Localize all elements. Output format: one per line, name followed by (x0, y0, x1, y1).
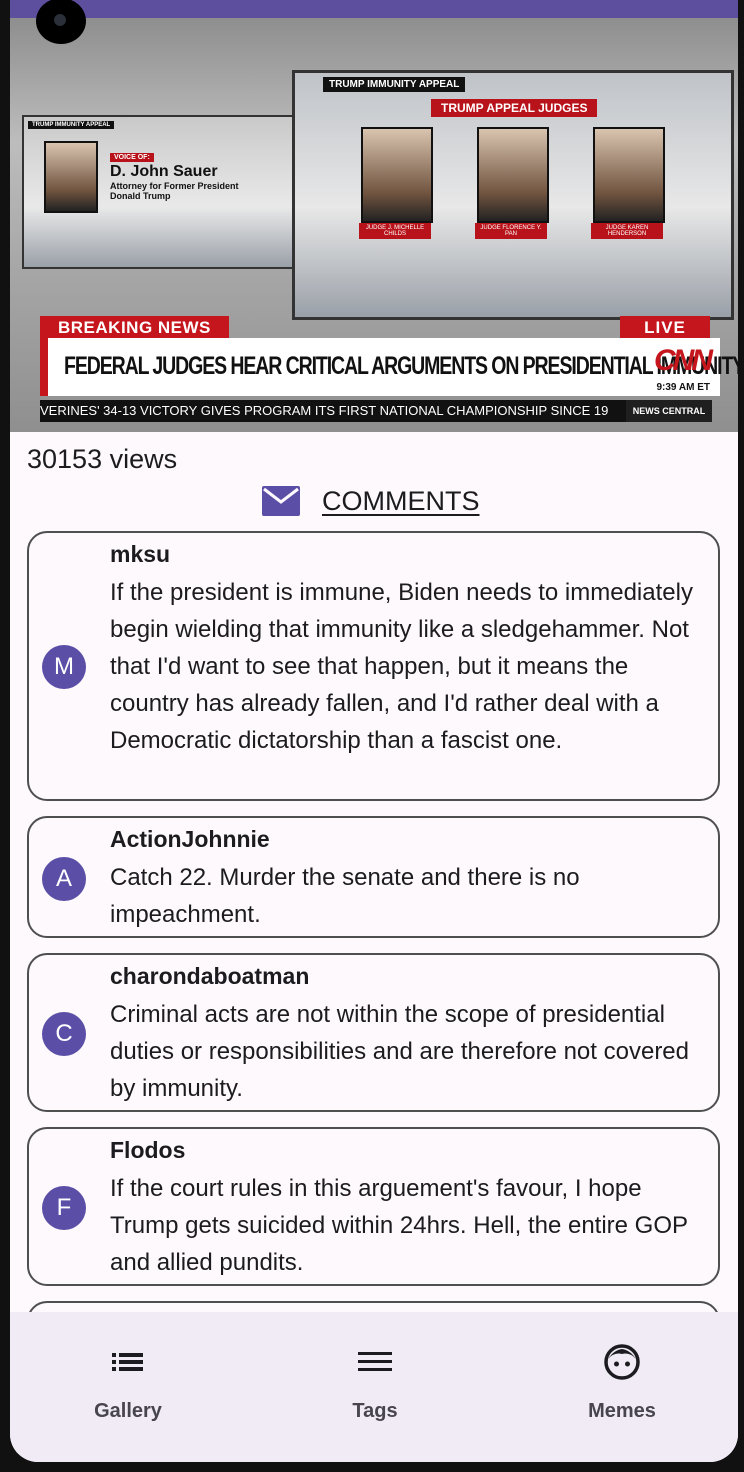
comment-text: Criminal acts are not within the scope o… (110, 1001, 689, 1102)
judges-panel-tag: TRUMP IMMUNITY APPEAL (323, 77, 466, 92)
comments-title[interactable]: COMMENTS (322, 486, 480, 517)
judge-portrait-1 (361, 127, 433, 223)
ticker-tag: NEWS CENTRAL (626, 400, 712, 422)
speaker-panel: TRUMP IMMUNITY APPEAL VOICE OF: D. John … (22, 115, 296, 269)
comment-author: charondaboatman (110, 963, 310, 989)
face-icon (604, 1344, 640, 1380)
app-screen: TRUMP IMMUNITY APPEAL VOICE OF: D. John … (10, 0, 738, 1462)
voice-of-label: VOICE OF: (110, 153, 154, 162)
comment-card: F Flodos If the court rules in this argu… (27, 1127, 720, 1286)
speaker-portrait (44, 141, 98, 213)
judges-tag: TRUMP APPEAL JUDGES (431, 99, 598, 117)
comment-card: A ActionJohnnie Catch 22. Murder the sen… (27, 816, 720, 938)
breaking-news-label: BREAKING NEWS (40, 316, 229, 340)
comment-card: M mksu If the president is immune, Biden… (27, 531, 720, 801)
front-camera-cutout (36, 0, 86, 44)
nav-memes-label: Memes (588, 1400, 656, 1422)
comment-card-partial (27, 1301, 720, 1312)
speaker-title: Attorney for Former President Donald Tru… (110, 181, 239, 201)
judge-portrait-3 (593, 127, 665, 223)
headline-bar: FEDERAL JUDGES HEAR CRITICAL ARGUMENTS O… (40, 338, 738, 396)
ticker-text: VERINES' 34-13 VICTORY GIVES PROGRAM ITS… (40, 403, 609, 418)
broadcast-time: 9:39 AM ET (656, 382, 710, 393)
avatar: C (42, 1012, 86, 1056)
view-count: 30153 views (27, 444, 178, 474)
bottom-navigation: Gallery Tags Memes (10, 1312, 738, 1462)
mail-icon (262, 486, 300, 516)
judges-panel: TRUMP IMMUNITY APPEAL TRUMP APPEAL JUDGE… (292, 70, 734, 320)
avatar: A (42, 857, 86, 901)
avatar: F (42, 1186, 86, 1230)
video-player[interactable]: TRUMP IMMUNITY APPEAL VOICE OF: D. John … (10, 18, 738, 432)
judge-portrait-2 (477, 127, 549, 223)
cnn-logo: CNN (654, 344, 713, 377)
speaker-name: D. John Sauer (110, 163, 218, 180)
live-label: LIVE (620, 316, 710, 340)
judge-caption-1: JUDGE J. MICHELLE CHILDS (359, 223, 431, 239)
comment-author: Flodos (110, 1137, 186, 1163)
comment-card: C charondaboatman Criminal acts are not … (27, 953, 720, 1112)
comment-list[interactable]: M mksu If the president is immune, Biden… (10, 531, 738, 1312)
comment-text: Catch 22. Murder the senate and there is… (110, 864, 580, 928)
headline-text: FEDERAL JUDGES HEAR CRITICAL ARGUMENTS O… (64, 352, 738, 380)
comment-author: mksu (110, 541, 171, 567)
nav-memes[interactable]: Memes (542, 1342, 702, 1423)
avatar: M (42, 645, 86, 689)
menu-lines-icon (358, 1352, 392, 1371)
news-ticker: VERINES' 34-13 VICTORY GIVES PROGRAM ITS… (40, 400, 712, 422)
comment-text: If the court rules in this arguement's f… (110, 1175, 688, 1276)
status-bar (10, 0, 738, 18)
comment-text: If the president is immune, Biden needs … (110, 579, 693, 754)
comment-author: ActionJohnnie (110, 826, 270, 852)
nav-gallery-label: Gallery (94, 1400, 162, 1422)
nav-gallery[interactable]: Gallery (48, 1342, 208, 1423)
comments-header[interactable]: COMMENTS (262, 483, 480, 519)
judge-caption-3: JUDGE KAREN HENDERSON (591, 223, 663, 239)
list-icon (112, 1353, 143, 1371)
speaker-panel-tag: TRUMP IMMUNITY APPEAL (28, 121, 115, 129)
judge-caption-2: JUDGE FLORENCE Y. PAN (475, 223, 547, 239)
nav-tags[interactable]: Tags (295, 1342, 455, 1423)
nav-tags-label: Tags (352, 1400, 398, 1422)
